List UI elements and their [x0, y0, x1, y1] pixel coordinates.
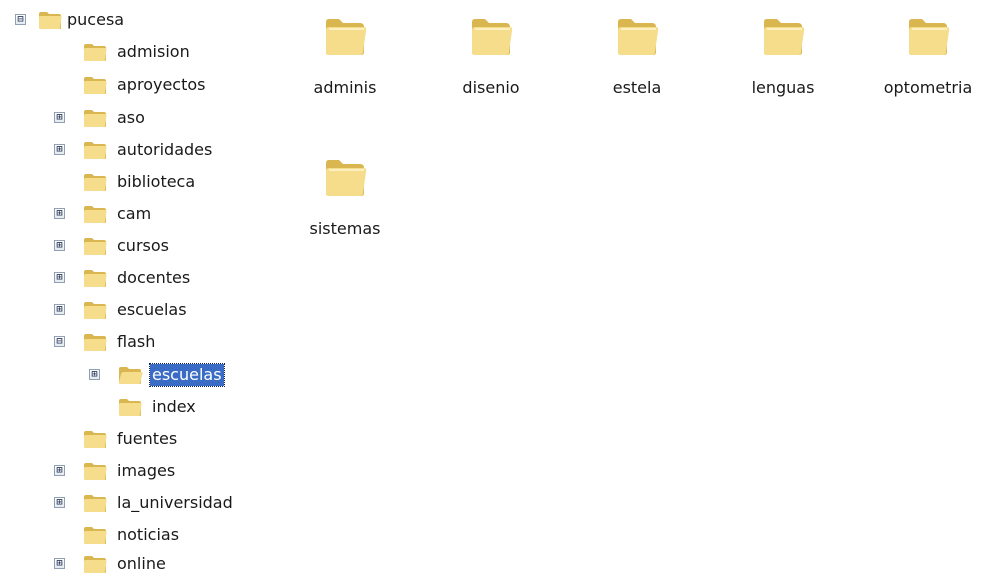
expand-icon[interactable]: ⊞ — [54, 240, 65, 251]
tree-node-biblioteca[interactable]: biblioteca — [0, 167, 290, 197]
folder-icon — [84, 110, 107, 127]
tree-node-online[interactable]: ⊞ online — [0, 549, 290, 579]
folder-item-label: sistemas — [309, 219, 381, 238]
folder-icon — [84, 463, 107, 480]
folder-contents-pane: adminis disenio estela lenguas optometri… — [295, 0, 990, 579]
tree-label[interactable]: biblioteca — [115, 171, 197, 193]
folder-item-disenio[interactable]: disenio — [436, 4, 546, 114]
folder-item-sistemas[interactable]: sistemas — [290, 145, 400, 255]
folder-icon — [84, 527, 107, 544]
tree-label[interactable]: la_universidad — [115, 492, 235, 514]
tree-label[interactable]: aproyectos — [115, 74, 207, 96]
folder-icon — [84, 270, 107, 287]
tree-node-flash-escuelas[interactable]: ⊞ escuelas — [0, 360, 290, 390]
expand-icon[interactable]: ⊞ — [54, 272, 65, 283]
tree-node-la-universidad[interactable]: ⊞ la_universidad — [0, 488, 290, 518]
expand-icon[interactable]: ⊞ — [54, 497, 65, 508]
tree-node-docentes[interactable]: ⊞ docentes — [0, 263, 290, 293]
tree-node-images[interactable]: ⊞ images — [0, 456, 290, 486]
tree-label[interactable]: escuelas — [115, 299, 189, 321]
tree-node-escuelas[interactable]: ⊞ escuelas — [0, 295, 290, 325]
expand-icon[interactable]: ⊞ — [54, 465, 65, 476]
folder-icon — [84, 77, 107, 94]
folder-icon — [84, 431, 107, 448]
tree-label[interactable]: flash — [115, 331, 157, 353]
tree-label[interactable]: cam — [115, 203, 153, 225]
tree-label[interactable]: online — [115, 553, 168, 575]
folder-icon — [84, 302, 107, 319]
tree-label[interactable]: admision — [115, 41, 192, 63]
tree-node-pucesa[interactable]: ⊟ pucesa — [0, 5, 290, 35]
folder-icon — [84, 44, 107, 61]
folder-open-icon — [84, 334, 107, 351]
expand-icon[interactable]: ⊞ — [54, 558, 65, 569]
folder-icon — [39, 12, 62, 29]
tree-label[interactable]: pucesa — [65, 9, 126, 31]
folder-open-icon — [118, 367, 143, 384]
tree-label[interactable]: cursos — [115, 235, 171, 257]
folder-icon — [84, 238, 107, 255]
folder-icon — [84, 556, 107, 573]
folder-item-label: adminis — [313, 78, 377, 97]
folder-icon — [84, 495, 107, 512]
tree-node-admision[interactable]: admision — [0, 37, 290, 67]
tree-node-index[interactable]: index — [0, 392, 290, 422]
tree-node-fuentes[interactable]: fuentes — [0, 424, 290, 454]
expand-icon[interactable]: ⊞ — [54, 144, 65, 155]
expand-icon[interactable]: ⊞ — [54, 112, 65, 123]
tree-node-noticias[interactable]: noticias — [0, 520, 290, 550]
tree-label[interactable]: autoridades — [115, 139, 214, 161]
expand-icon[interactable]: ⊞ — [89, 369, 100, 380]
tree-node-flash[interactable]: ⊟ flash — [0, 327, 290, 357]
tree-label[interactable]: index — [150, 396, 198, 418]
folder-icon — [119, 399, 142, 416]
expand-icon[interactable]: ⊞ — [54, 208, 65, 219]
folder-icon — [326, 160, 367, 196]
folder-icon — [84, 174, 107, 191]
tree-node-cam[interactable]: ⊞ cam — [0, 199, 290, 229]
folder-tree: ⊟ pucesa admision aproyectos ⊞ aso ⊞ aut… — [0, 0, 295, 579]
folder-item-label: lenguas — [751, 78, 815, 97]
folder-icon — [326, 19, 367, 55]
folder-icon — [472, 19, 513, 55]
folder-item-label: estela — [612, 78, 662, 97]
tree-node-aso[interactable]: ⊞ aso — [0, 103, 290, 133]
folder-icon — [909, 19, 950, 55]
folder-icon — [764, 19, 805, 55]
tree-label-selected[interactable]: escuelas — [149, 363, 225, 387]
explorer-window: ⊟ pucesa admision aproyectos ⊞ aso ⊞ aut… — [0, 0, 990, 579]
tree-label[interactable]: noticias — [115, 524, 181, 546]
folder-icon — [84, 206, 107, 223]
folder-item-label: optometria — [883, 78, 973, 97]
tree-label[interactable]: docentes — [115, 267, 192, 289]
folder-item-lenguas[interactable]: lenguas — [728, 4, 838, 114]
tree-node-cursos[interactable]: ⊞ cursos — [0, 231, 290, 261]
tree-node-autoridades[interactable]: ⊞ autoridades — [0, 135, 290, 165]
folder-item-adminis[interactable]: adminis — [290, 4, 400, 114]
tree-label[interactable]: images — [115, 460, 177, 482]
collapse-icon[interactable]: ⊟ — [15, 14, 26, 25]
folder-item-optometria[interactable]: optometria — [873, 4, 983, 114]
folder-icon — [618, 19, 659, 55]
tree-node-aproyectos[interactable]: aproyectos — [0, 70, 290, 100]
folder-item-estela[interactable]: estela — [582, 4, 692, 114]
folder-item-label: disenio — [462, 78, 520, 97]
folder-icon — [84, 142, 107, 159]
collapse-icon[interactable]: ⊟ — [54, 336, 65, 347]
expand-icon[interactable]: ⊞ — [54, 304, 65, 315]
tree-label[interactable]: aso — [115, 107, 147, 129]
tree-label[interactable]: fuentes — [115, 428, 179, 450]
